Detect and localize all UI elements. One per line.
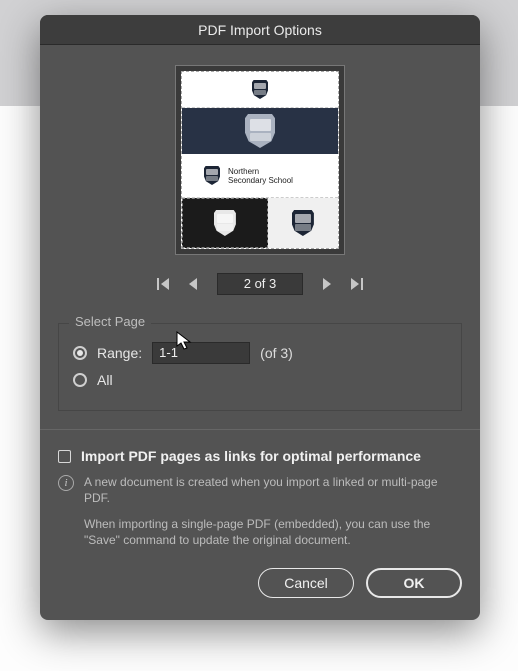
dialog-buttons: Cancel OK xyxy=(40,548,480,620)
preview-text-line2: Secondary School xyxy=(228,176,293,185)
range-label: Range: xyxy=(97,345,142,361)
ok-button[interactable]: OK xyxy=(366,568,462,598)
dialog-content: Northern Secondary School xyxy=(40,45,480,548)
crest-icon xyxy=(292,210,314,236)
dialog-title: PDF Import Options xyxy=(198,22,322,38)
last-page-icon[interactable] xyxy=(349,277,363,291)
crest-icon xyxy=(245,114,275,148)
info-text: A new document is created when you impor… xyxy=(84,474,462,548)
preview-row-4-right xyxy=(268,210,338,236)
preview-row-3: Northern Secondary School xyxy=(182,154,338,198)
divider xyxy=(40,429,480,430)
preview-row-4-left xyxy=(182,198,268,248)
pdf-import-options-dialog: PDF Import Options Northern Secondar xyxy=(40,15,480,620)
range-input[interactable]: 1-1 xyxy=(152,342,250,364)
crest-icon xyxy=(214,210,236,236)
all-radio[interactable] xyxy=(73,373,87,387)
all-label: All xyxy=(97,372,113,388)
import-as-links-row[interactable]: Import PDF pages as links for optimal pe… xyxy=(58,448,462,464)
preview-school-name: Northern Secondary School xyxy=(228,167,293,185)
crest-icon xyxy=(252,80,268,99)
first-page-icon[interactable] xyxy=(157,277,171,291)
preview-row-4 xyxy=(182,198,338,248)
preview-row-1 xyxy=(182,72,338,108)
info-paragraph-1: A new document is created when you impor… xyxy=(84,474,462,506)
select-page-label: Select Page xyxy=(69,314,151,329)
all-option-row[interactable]: All xyxy=(73,372,447,388)
page-navigator: 2 of 3 xyxy=(157,273,363,295)
import-as-links-checkbox[interactable] xyxy=(58,450,71,463)
preview-text-line1: Northern xyxy=(228,167,293,176)
preview-area: Northern Secondary School xyxy=(58,65,462,295)
crest-icon xyxy=(204,166,220,185)
range-suffix: (of 3) xyxy=(260,345,293,361)
page-preview: Northern Secondary School xyxy=(175,65,345,255)
info-block: i A new document is created when you imp… xyxy=(58,474,462,548)
page-indicator-input[interactable]: 2 of 3 xyxy=(217,273,303,295)
info-icon: i xyxy=(58,475,74,491)
next-page-icon[interactable] xyxy=(319,277,333,291)
select-page-panel: Select Page Range: 1-1 (of 3) All xyxy=(58,323,462,411)
range-radio[interactable] xyxy=(73,346,87,360)
info-paragraph-2: When importing a single-page PDF (embedd… xyxy=(84,516,462,548)
prev-page-icon[interactable] xyxy=(187,277,201,291)
preview-row-2 xyxy=(182,108,338,154)
dialog-titlebar: PDF Import Options xyxy=(40,15,480,45)
cancel-button[interactable]: Cancel xyxy=(258,568,354,598)
range-option-row[interactable]: Range: 1-1 (of 3) xyxy=(73,342,447,364)
import-as-links-label: Import PDF pages as links for optimal pe… xyxy=(81,448,421,464)
preview-canvas: Northern Secondary School xyxy=(181,71,339,249)
